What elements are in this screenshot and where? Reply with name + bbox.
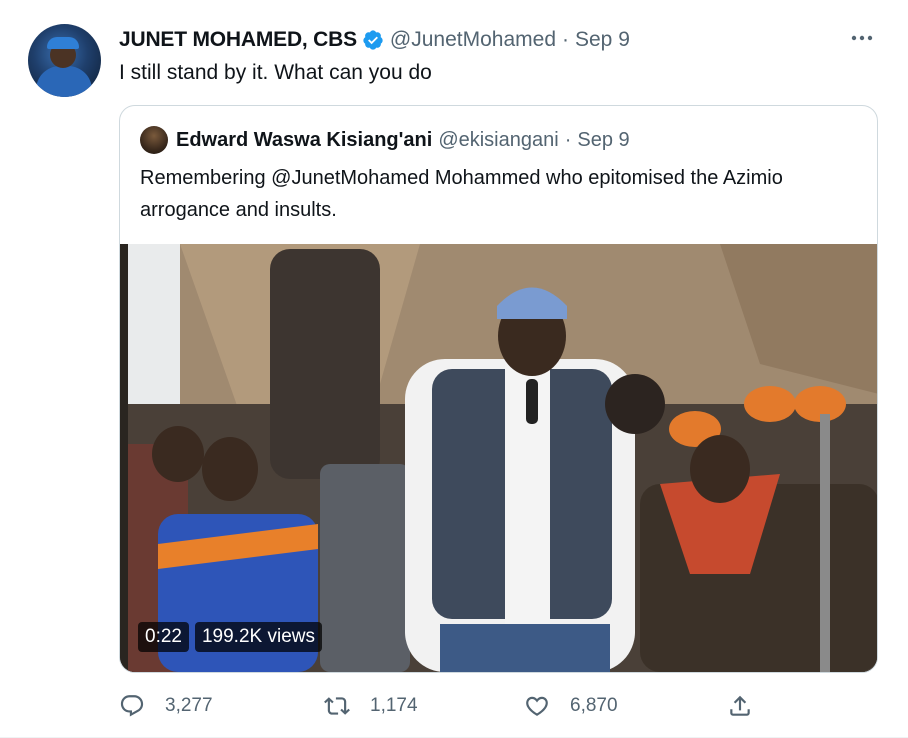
more-dots-icon[interactable] (849, 28, 875, 48)
tweet-text: I still stand by it. What can you do (119, 61, 432, 84)
retweet-button[interactable]: 1,174 (324, 690, 418, 722)
like-button[interactable]: 6,870 (524, 690, 618, 722)
quoted-tweet[interactable]: Edward Waswa Kisiang'ani @ekisiangani · … (119, 105, 878, 673)
tweet-time[interactable]: Sep 9 (575, 28, 630, 52)
quoted-time-separator: · (564, 128, 572, 151)
video-frame (120, 244, 877, 672)
quoted-tweet-text: Remembering @JunetMohamed Mohammed who e… (140, 167, 783, 221)
quoted-tweet-header: Edward Waswa Kisiang'ani @ekisiangani · … (140, 126, 630, 154)
author-handle[interactable]: @JunetMohamed (390, 28, 556, 52)
like-count: 6,870 (570, 695, 618, 716)
quoted-author-name[interactable]: Edward Waswa Kisiang'ani (176, 129, 432, 152)
tweet-header: JUNET MOHAMED, CBS @JunetMohamed · Sep 9 (119, 26, 630, 54)
video-badges: 0:22 199.2K views (138, 622, 322, 652)
tweet-actions: 3,277 1,174 6,870 (119, 690, 879, 722)
retweet-icon (324, 697, 350, 715)
video-views: 199.2K views (194, 622, 322, 652)
quoted-tweet-time[interactable]: Sep 9 (577, 129, 629, 152)
reply-button[interactable]: 3,277 (119, 690, 213, 722)
video-player[interactable]: 0:22 199.2K views (120, 244, 877, 672)
author-avatar[interactable] (28, 24, 101, 97)
tweet[interactable]: JUNET MOHAMED, CBS @JunetMohamed · Sep 9… (0, 0, 908, 738)
time-separator: · (562, 28, 569, 51)
verified-badge-icon (363, 30, 383, 50)
reply-count: 3,277 (165, 695, 213, 716)
video-duration: 0:22 (138, 622, 189, 652)
reply-icon (120, 695, 144, 717)
share-button[interactable] (727, 690, 753, 722)
heart-icon (526, 696, 548, 716)
author-name[interactable]: JUNET MOHAMED, CBS (119, 28, 357, 52)
retweet-count: 1,174 (370, 695, 418, 716)
quoted-author-handle[interactable]: @ekisiangani (438, 129, 558, 152)
share-icon (730, 695, 750, 716)
quoted-author-avatar[interactable] (140, 126, 168, 154)
